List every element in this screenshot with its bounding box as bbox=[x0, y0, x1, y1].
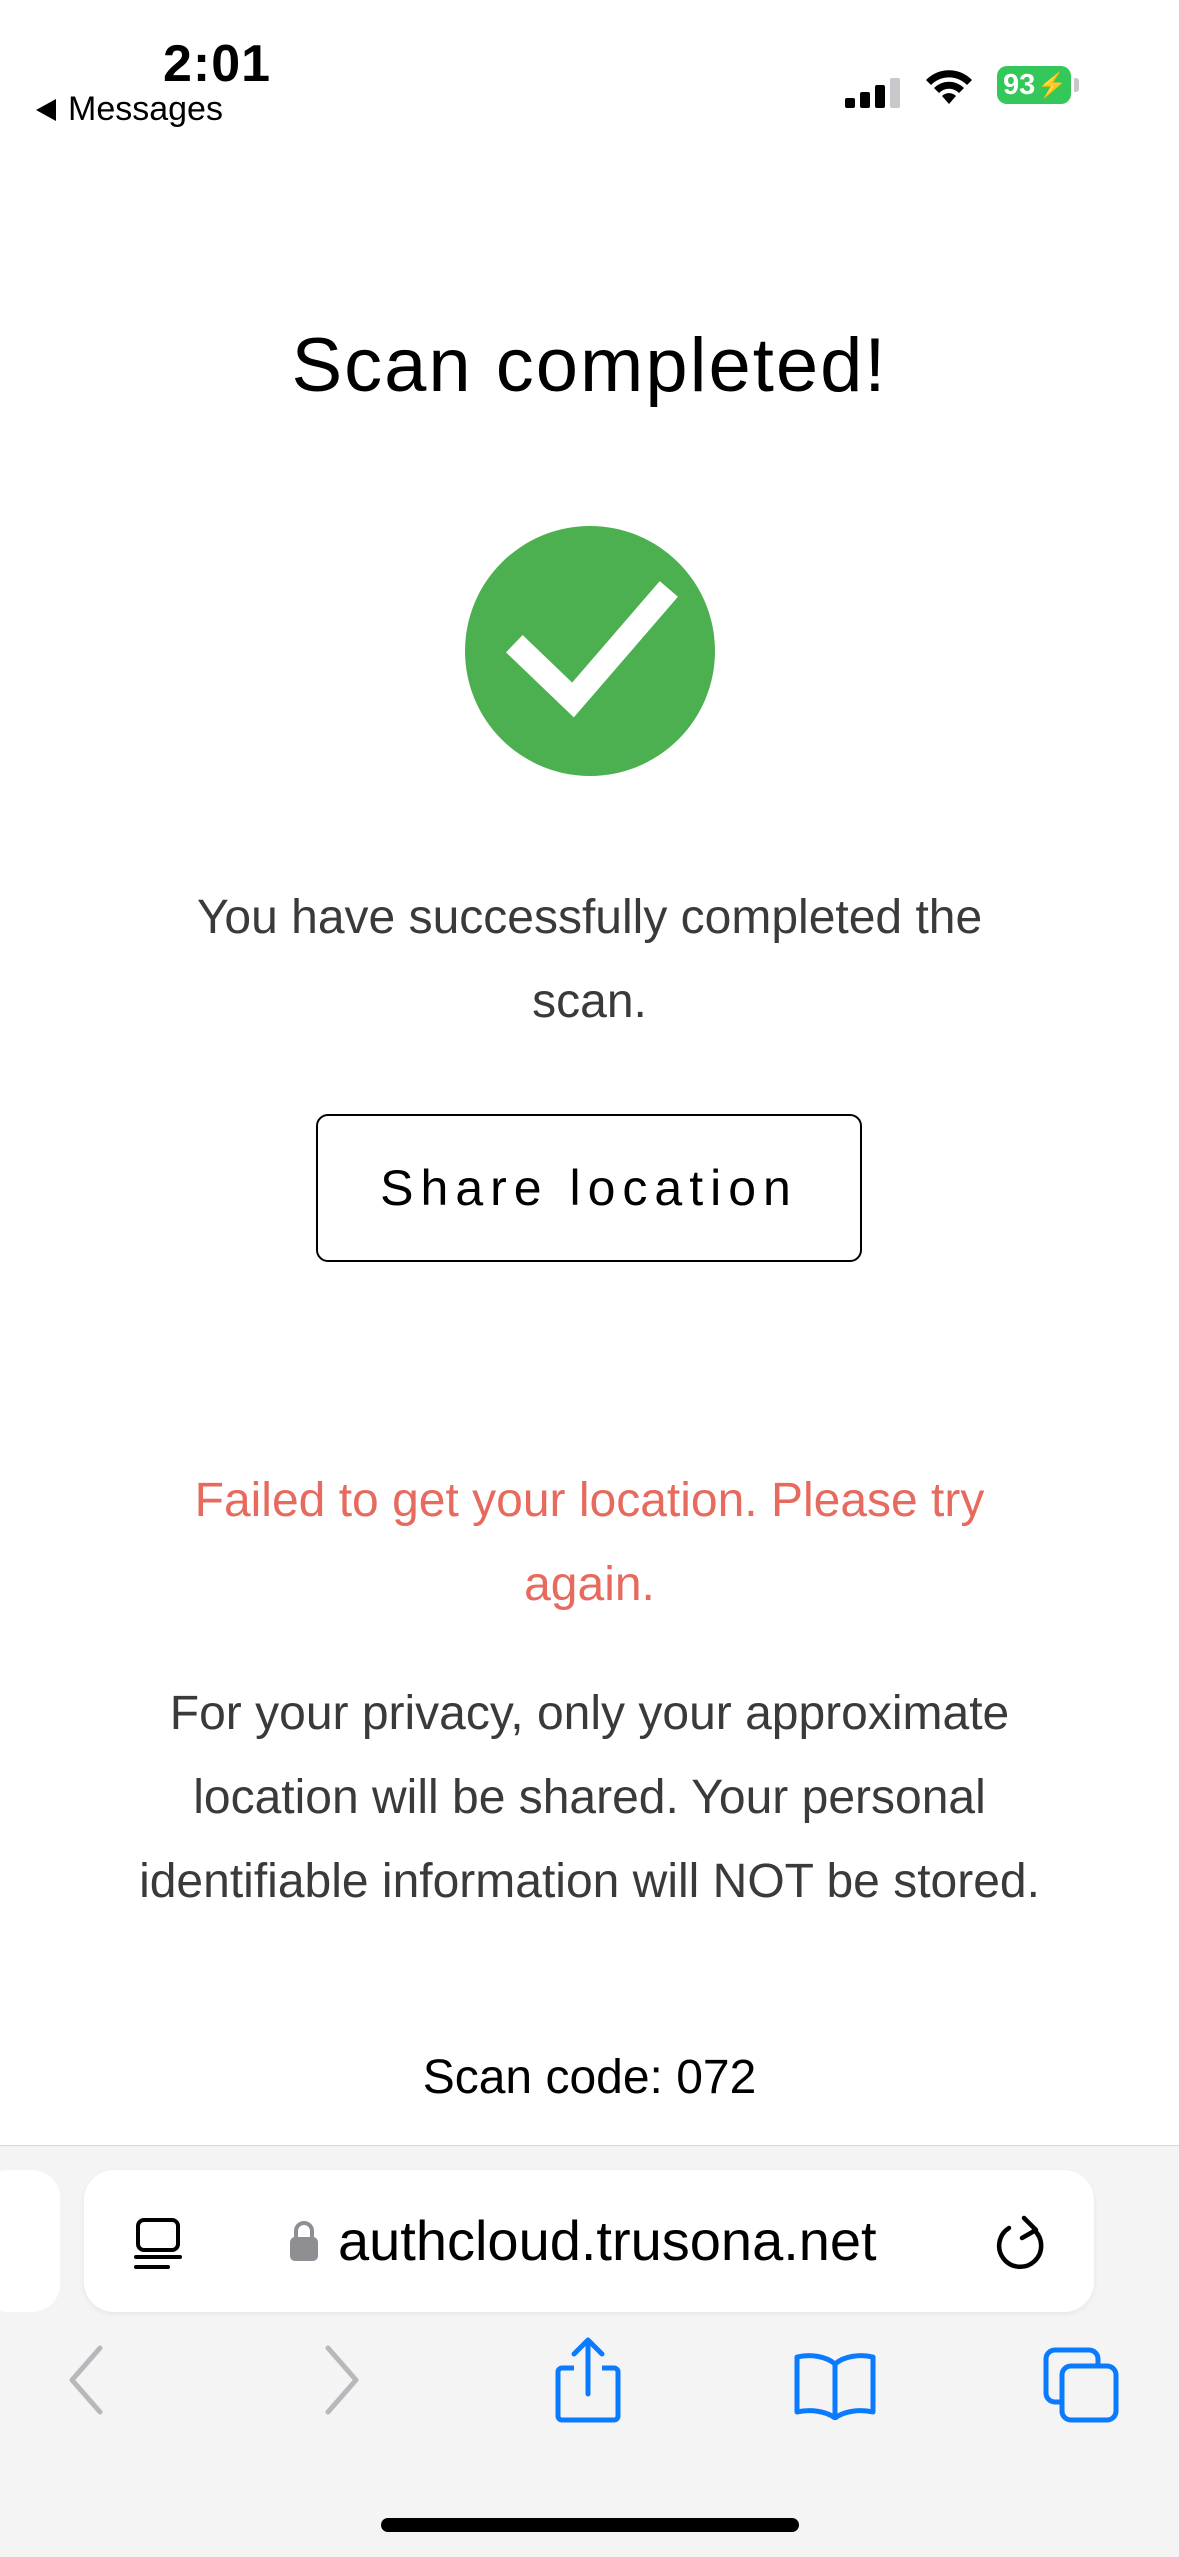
error-message: Failed to get your location. Please try … bbox=[194, 1474, 985, 1611]
url-text[interactable]: authcloud.trusona.net bbox=[338, 2208, 877, 2273]
success-message: You have successfully completed the scan… bbox=[196, 891, 983, 1028]
success-badge bbox=[465, 526, 715, 776]
privacy-note: For your privacy, only your approximate … bbox=[139, 1687, 1040, 1908]
home-indicator[interactable] bbox=[381, 2518, 799, 2532]
cellular-signal-icon bbox=[845, 78, 900, 108]
scan-code: Scan code: 072 bbox=[422, 2051, 757, 2104]
back-label: Messages bbox=[68, 90, 223, 128]
page-title: Scan completed! bbox=[291, 323, 888, 408]
previous-tab-preview[interactable] bbox=[0, 2170, 60, 2312]
back-arrow-icon bbox=[36, 98, 56, 121]
battery-icon: 93 ⚡ bbox=[997, 66, 1079, 104]
clock: 2:01 bbox=[163, 35, 272, 93]
bookmarks-icon[interactable] bbox=[792, 2350, 878, 2420]
forward-icon[interactable] bbox=[316, 2340, 366, 2420]
reload-icon[interactable] bbox=[994, 2212, 1050, 2272]
back-icon[interactable] bbox=[62, 2340, 112, 2420]
share-location-button[interactable]: Share location bbox=[316, 1114, 862, 1262]
battery-level: 93 ⚡ bbox=[997, 66, 1071, 104]
status-bar: 2:01 Messages 93 ⚡ bbox=[0, 0, 1179, 140]
lock-icon bbox=[290, 2221, 318, 2261]
back-to-messages[interactable]: Messages bbox=[36, 90, 223, 129]
reader-mode-icon[interactable] bbox=[132, 2216, 188, 2272]
tabs-icon[interactable] bbox=[1042, 2346, 1122, 2426]
address-bar[interactable]: authcloud.trusona.net bbox=[84, 2170, 1094, 2312]
checkmark-icon bbox=[506, 581, 678, 718]
share-icon[interactable] bbox=[550, 2336, 626, 2426]
wifi-icon bbox=[926, 70, 972, 104]
